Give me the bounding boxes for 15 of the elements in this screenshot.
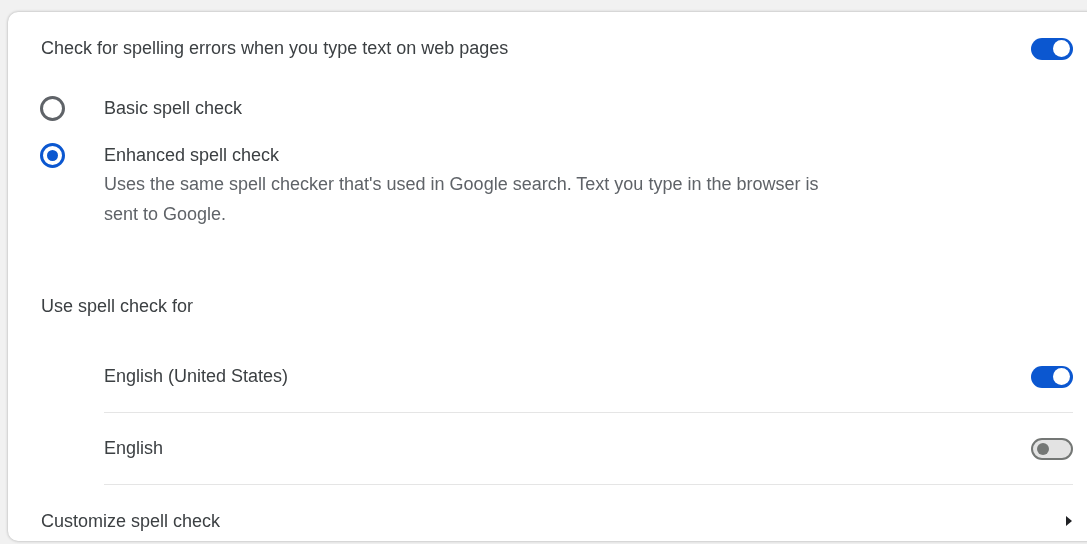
section-heading: Use spell check for xyxy=(41,294,194,318)
radio-button[interactable] xyxy=(40,96,65,121)
row-label: Customize spell check xyxy=(41,509,221,533)
language-label: English (United States) xyxy=(104,365,289,388)
radio-label: Basic spell check xyxy=(104,97,243,120)
radio-button[interactable] xyxy=(40,143,65,168)
toggle-switch[interactable] xyxy=(1031,37,1073,60)
toggle-switch[interactable] xyxy=(1031,437,1073,460)
language-label: English xyxy=(104,437,164,460)
setting-label: Check for spelling errors when you type text on web pages xyxy=(41,37,509,60)
customize-row[interactable]: Customize spell check xyxy=(8,485,1087,544)
radio-label: Enhanced spell check xyxy=(104,144,281,167)
toggle-switch[interactable] xyxy=(1031,365,1073,388)
option-description: Uses the same spell checker that's used in Google search. Text you type in the browser is sent to Google. xyxy=(104,173,820,226)
caret-icon xyxy=(1065,515,1073,527)
